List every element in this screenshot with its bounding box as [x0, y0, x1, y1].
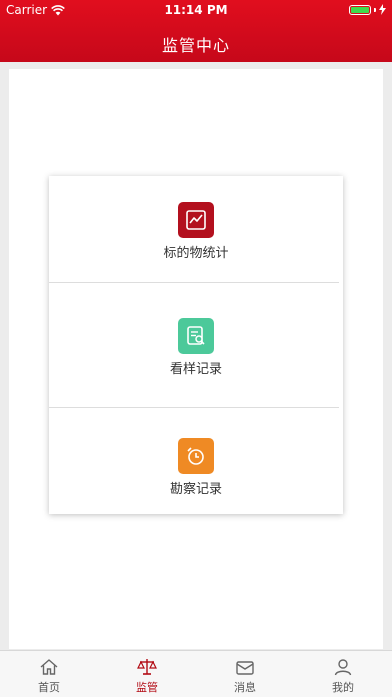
home-icon: [40, 659, 58, 675]
menu-item-label: 看样记录: [169, 362, 222, 377]
mail-icon: [236, 661, 254, 675]
menu-item-survey-records[interactable]: 勘察记录: [49, 438, 343, 497]
divider: [49, 282, 339, 283]
alarm-clock-icon: [178, 438, 214, 474]
document-search-icon: [178, 318, 214, 354]
scales-icon: [137, 659, 157, 675]
menu-item-viewing-records[interactable]: 看样记录: [49, 318, 343, 377]
tab-label: 我的: [332, 681, 354, 694]
menu-item-label: 勘察记录: [169, 482, 222, 497]
tab-bar: 首页 监管 消息 我的: [0, 650, 392, 697]
charging-icon: [379, 4, 386, 15]
user-icon: [334, 659, 352, 676]
tab-home[interactable]: 首页: [0, 651, 98, 697]
top-bar: Carrier 11:14 PM 监管中心: [0, 0, 392, 62]
divider: [49, 407, 339, 408]
menu-item-statistics[interactable]: 标的物统计: [49, 202, 343, 261]
tab-label: 监管: [136, 681, 158, 694]
battery-indicator: [349, 4, 386, 15]
tab-supervision[interactable]: 监管: [98, 651, 196, 697]
menu-item-label: 标的物统计: [163, 246, 229, 261]
tab-label: 首页: [38, 681, 60, 694]
tab-messages[interactable]: 消息: [196, 651, 294, 697]
tab-profile[interactable]: 我的: [294, 651, 392, 697]
status-time: 11:14 PM: [164, 3, 228, 17]
battery-icon: [349, 4, 371, 15]
main-content: 标的物统计 看样记录 勘察记录: [9, 69, 383, 649]
page-title: 监管中心: [161, 36, 230, 55]
menu-card: 标的物统计 看样记录 勘察记录: [49, 176, 343, 514]
tab-label: 消息: [234, 681, 256, 694]
line-chart-icon: [178, 202, 214, 238]
status-bar: Carrier 11:14 PM: [0, 0, 392, 20]
